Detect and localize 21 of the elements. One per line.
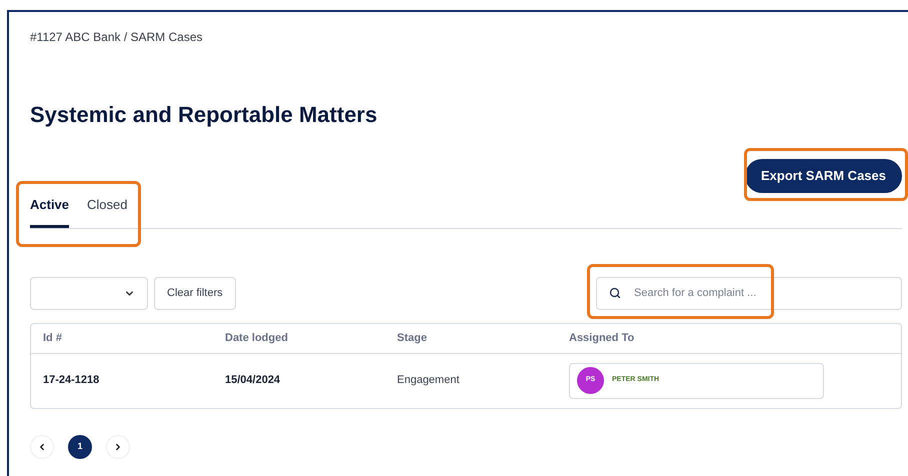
chevron-left-icon <box>37 442 47 452</box>
tab[interactable]: Closed <box>87 195 128 228</box>
chevron-right-icon <box>113 442 123 452</box>
column-header: Stage <box>397 330 427 346</box>
table-cell-text: 15/04/2024 <box>225 373 280 388</box>
next-page-button[interactable] <box>106 434 130 458</box>
breadcrumb: #1127 ABC Bank / SARM Cases <box>30 29 204 46</box>
column-header: Id # <box>43 330 62 346</box>
export-button[interactable]: Export SARM Cases <box>745 159 902 193</box>
table-cell-text: 17-24-1218 <box>43 373 100 388</box>
search-field[interactable]: Search for a complaint ... <box>596 276 902 310</box>
search-icon <box>609 286 621 298</box>
tab[interactable]: Active <box>30 195 70 228</box>
previous-page-button[interactable] <box>30 434 54 458</box>
table-cell-text: Engagement <box>397 373 460 388</box>
column-header: Assigned To <box>569 330 634 346</box>
page-button[interactable]: 1 <box>68 434 92 458</box>
column-header: Date lodged <box>225 330 288 346</box>
clear-filters-button[interactable]: Clear filters <box>154 276 236 310</box>
filter-dropdown[interactable] <box>30 276 148 310</box>
page-title: Systemic and Reportable Matters <box>30 101 378 129</box>
